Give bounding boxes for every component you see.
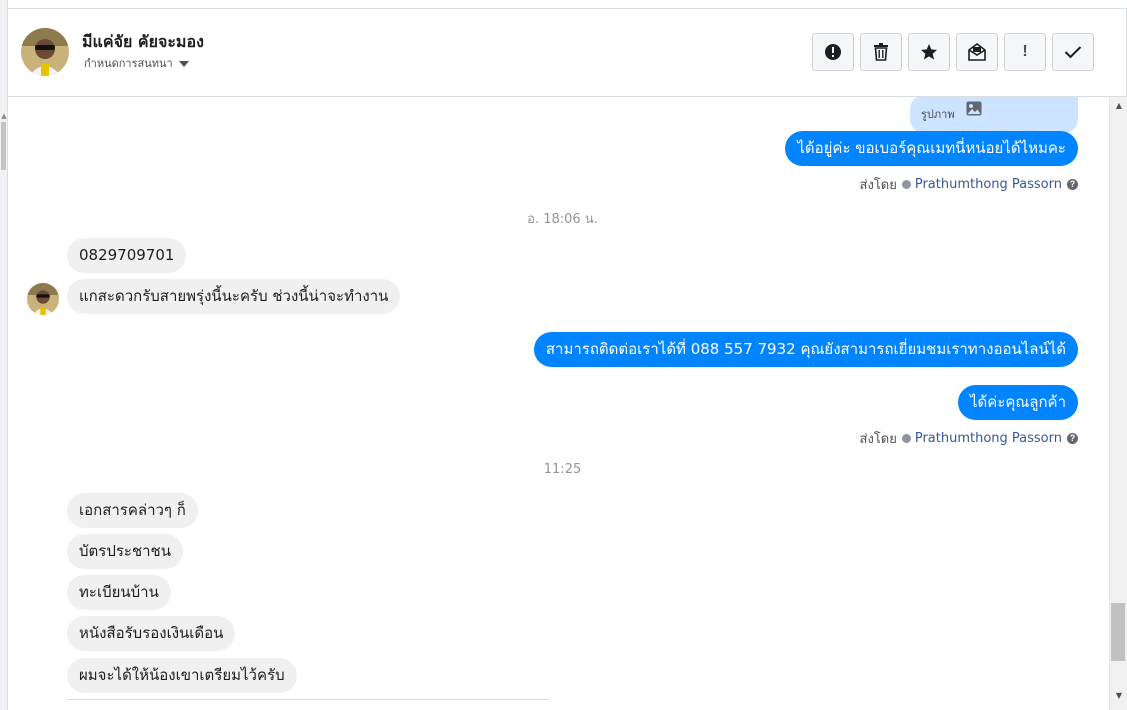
star-icon — [921, 44, 937, 60]
incoming-message[interactable]: หนังสือรับรองเงินเดือน — [67, 616, 236, 651]
messenger-window: ▲ มีแค่จัย คัยจะมอง กำหนดการสนทนา ! รูปภ… — [0, 0, 1127, 710]
scrollbar-thumb[interactable] — [1111, 603, 1125, 661]
timestamp-divider: 11:25 — [543, 462, 582, 477]
verified-icon — [901, 180, 911, 189]
outgoing-message[interactable]: สามารถติดต่อเราได้ที่ 088 557 7932 คุณยั… — [533, 332, 1078, 367]
mark-spam-button[interactable] — [812, 33, 854, 71]
outgoing-message[interactable]: ได้ค่ะคุณลูกค้า — [957, 385, 1078, 420]
incoming-message[interactable]: บัตรประชาชน — [67, 534, 183, 569]
incoming-message[interactable]: ทะเบียนบ้าน — [67, 575, 171, 610]
scroll-down-arrow-icon[interactable]: ▼ — [1110, 691, 1127, 700]
message-thread[interactable]: รูปภาพ ได้อยู่ค่ะ ขอเบอร์คุณเมทนี่หน่อยไ… — [8, 97, 1109, 710]
sender-name-link[interactable]: Prathumthong Passorn — [915, 177, 1062, 192]
mail-icon — [968, 43, 986, 61]
sent-by-info: ส่งโดย Prathumthong Passorn ? — [860, 428, 1078, 449]
trash-icon — [874, 43, 888, 61]
star-button[interactable] — [908, 33, 950, 71]
help-icon[interactable]: ? — [1067, 179, 1078, 190]
check-icon — [1064, 46, 1082, 59]
incoming-message[interactable]: ผมจะได้ให้น้องเขาเตรียมไว้ครับ — [67, 658, 297, 693]
conversation-header: มีแค่จัย คัยจะมอง กำหนดการสนทนา ! — [8, 8, 1127, 97]
sent-by-info: ส่งโดย Prathumthong Passorn ? — [860, 174, 1078, 195]
image-icon — [966, 101, 982, 116]
mark-done-button[interactable] — [1052, 33, 1094, 71]
contact-avatar[interactable] — [21, 28, 69, 76]
image-attachment-message[interactable]: รูปภาพ — [910, 97, 1078, 133]
help-icon[interactable]: ? — [1067, 433, 1078, 444]
thread-scrollbar[interactable]: ▲ ▼ — [1109, 97, 1127, 710]
left-scrollbar-thumb[interactable] — [1, 122, 6, 170]
divider — [67, 699, 550, 700]
image-attachment-label: รูปภาพ — [921, 108, 955, 121]
timestamp-divider: อ. 18:06 น. — [527, 212, 598, 227]
verified-icon — [901, 434, 911, 443]
left-scrollbar[interactable]: ▲ — [0, 0, 8, 710]
incoming-message[interactable]: 0829709701 — [67, 238, 187, 273]
sent-by-label: ส่งโดย — [859, 432, 897, 447]
sent-by-label: ส่งโดย — [859, 178, 897, 193]
incoming-message[interactable]: เอกสารคล่าวๆ ก็ — [67, 493, 198, 528]
exclamation-icon: ! — [1022, 43, 1028, 60]
conversation-settings-dropdown[interactable]: กำหนดการสนทนา — [84, 54, 189, 72]
scroll-up-arrow-icon[interactable]: ▲ — [1110, 101, 1127, 110]
conversation-settings-label: กำหนดการสนทนา — [84, 57, 173, 70]
left-scroll-up-arrow-icon[interactable]: ▲ — [0, 112, 8, 120]
conversation-toolbar: ! — [812, 33, 1100, 71]
important-button[interactable]: ! — [1004, 33, 1046, 71]
incoming-message[interactable]: แกสะดวกรับสายพรุ่งนี้นะครับ ช่วงนี้น่าจะ… — [67, 279, 401, 314]
outgoing-message[interactable]: ได้อยู่ค่ะ ขอเบอร์คุณเมทนี่หน่อยได้ไหมคะ — [785, 131, 1078, 166]
contact-name: มีแค่จัย คัยจะมอง — [82, 32, 204, 51]
mark-unread-button[interactable] — [956, 33, 998, 71]
sender-avatar[interactable] — [27, 283, 59, 315]
caret-down-icon — [178, 61, 189, 67]
delete-button[interactable] — [860, 33, 902, 71]
alert-circle-icon — [825, 44, 841, 60]
sender-name-link[interactable]: Prathumthong Passorn — [915, 431, 1062, 446]
